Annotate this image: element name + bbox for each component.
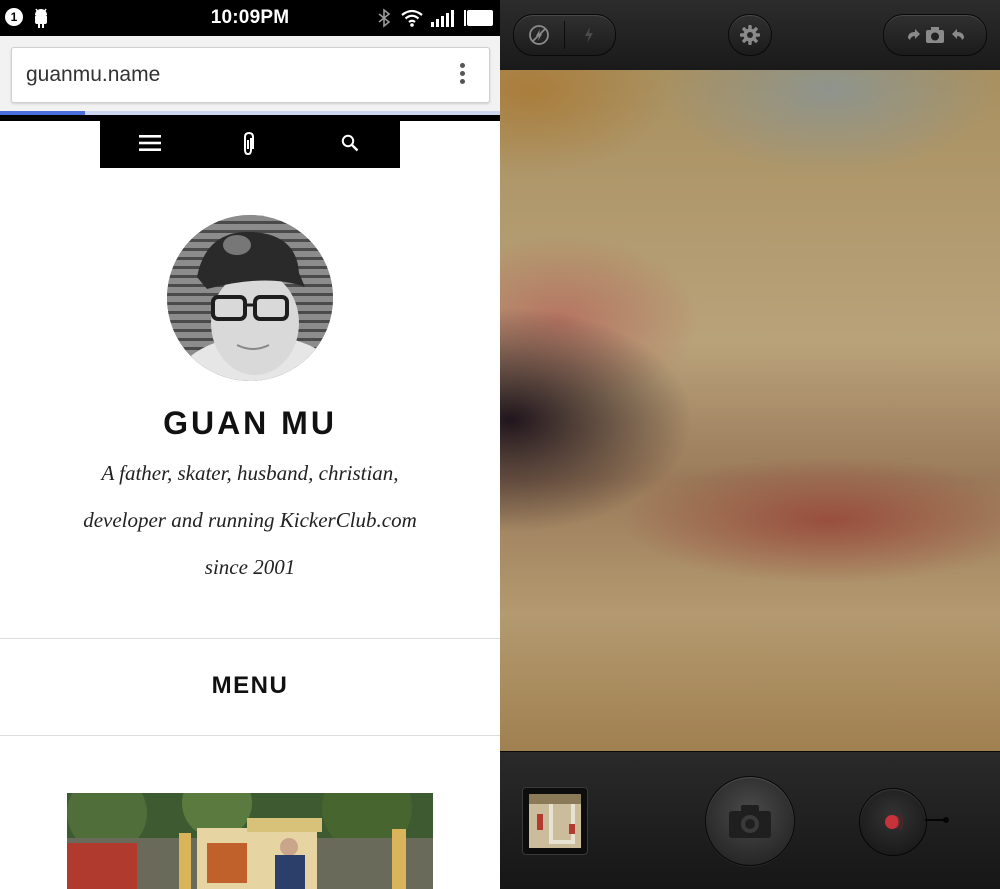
menu-toggle-button[interactable] [100, 121, 200, 168]
camera-viewfinder[interactable] [500, 70, 1000, 751]
divider [0, 735, 500, 736]
status-bar: 1 10:09PM [0, 0, 500, 36]
tagline-line-1: A father, skater, husband, christian, [101, 461, 399, 485]
browser-toolbar: guanmu.name [0, 36, 500, 116]
tagline-line-3: since 2001 [204, 555, 296, 579]
video-record-icon [885, 813, 904, 831]
shutter-button[interactable] [705, 776, 795, 866]
flash-on-icon [585, 27, 593, 43]
overflow-menu-icon[interactable] [458, 63, 466, 89]
links-button[interactable] [200, 121, 300, 168]
bluetooth-icon [378, 8, 391, 28]
mode-slider-knob[interactable] [943, 817, 949, 823]
paperclip-icon [244, 131, 254, 156]
hamburger-menu-icon [139, 135, 161, 151]
wifi-icon [401, 9, 423, 27]
shutter-camera-icon [729, 805, 771, 838]
divider [0, 638, 500, 639]
food-truck-photo [67, 793, 433, 889]
gallery-thumbnail[interactable] [522, 787, 588, 855]
settings-button[interactable] [728, 14, 772, 56]
flash-toggle-group [513, 14, 616, 56]
flash-on-button[interactable] [565, 15, 615, 55]
flash-off-icon [529, 25, 549, 45]
address-bar[interactable]: guanmu.name [11, 47, 490, 103]
switch-camera-button[interactable] [883, 14, 987, 56]
preview-image [529, 794, 581, 848]
last-photo-preview [529, 794, 581, 848]
site-nav-bar [100, 121, 400, 168]
camera-top-bar [500, 0, 1000, 71]
camera-screen [500, 0, 1000, 889]
menu-button[interactable]: MENU [0, 672, 500, 700]
switch-camera-icon [908, 27, 964, 43]
post-featured-image[interactable] [67, 793, 433, 889]
search-icon [341, 134, 359, 152]
avatar [167, 215, 333, 381]
tagline-line-2: developer and running KickerClub.com [83, 508, 417, 532]
status-time: 10:09PM [210, 7, 290, 28]
browser-screen: 1 10:09PM guanmu.name GUAN MU A father, … [0, 0, 500, 889]
mode-slider-track[interactable] [925, 819, 945, 821]
battery-icon [464, 10, 493, 26]
video-record-button[interactable] [859, 788, 927, 856]
flash-off-button[interactable] [514, 15, 564, 55]
signal-icon [431, 10, 454, 27]
gear-icon [740, 25, 760, 45]
avatar-portrait [167, 215, 333, 381]
camera-bottom-bar [500, 751, 1000, 889]
url-text[interactable]: guanmu.name [26, 63, 160, 87]
search-button[interactable] [300, 121, 400, 168]
site-title: GUAN MU [163, 405, 337, 441]
